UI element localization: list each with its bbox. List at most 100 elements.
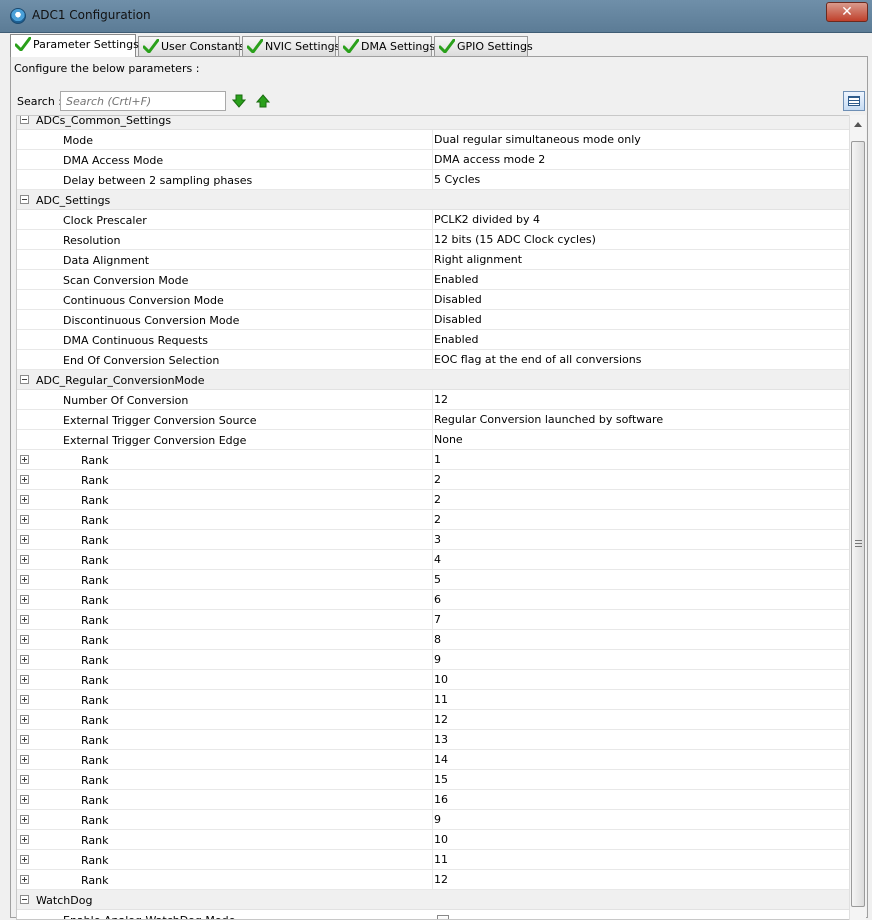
rank-row[interactable]: Rank 9 xyxy=(17,650,849,670)
rank-row[interactable]: Rank 4 xyxy=(17,550,849,570)
parameter-value[interactable]: 10 xyxy=(432,830,849,849)
expand-toggle-icon[interactable] xyxy=(20,735,29,744)
tab-parameter-settings[interactable]: Parameter Settings xyxy=(10,34,139,57)
expand-toggle-icon[interactable] xyxy=(20,815,29,824)
parameter-value[interactable]: Disabled xyxy=(432,310,849,329)
parameter-row[interactable]: Discontinuous Conversion Mode Disabled xyxy=(17,310,849,330)
parameter-value[interactable]: Disabled xyxy=(432,290,849,309)
expand-toggle-icon[interactable] xyxy=(20,635,29,644)
rank-row[interactable]: Rank 6 xyxy=(17,590,849,610)
parameter-value[interactable]: Enabled xyxy=(432,330,849,349)
expand-toggle-icon[interactable] xyxy=(20,715,29,724)
rank-row[interactable]: Rank 5 xyxy=(17,570,849,590)
enable-checkbox[interactable] xyxy=(437,915,449,919)
group-row[interactable]: ADC_Regular_ConversionMode xyxy=(17,370,849,390)
parameter-value[interactable]: 13 xyxy=(432,730,849,749)
rank-row[interactable]: Rank 10 xyxy=(17,830,849,850)
rank-row[interactable]: Rank 1 xyxy=(17,450,849,470)
parameter-value[interactable]: DMA access mode 2 xyxy=(432,150,849,169)
rank-row[interactable]: Rank 3 xyxy=(17,530,849,550)
parameter-value[interactable]: 11 xyxy=(432,690,849,709)
expand-toggle-icon[interactable] xyxy=(20,795,29,804)
expand-toggle-icon[interactable] xyxy=(20,615,29,624)
rank-row[interactable]: Rank 11 xyxy=(17,690,849,710)
parameter-value[interactable]: None xyxy=(432,430,849,449)
parameter-value[interactable]: 5 xyxy=(432,570,849,589)
parameter-value[interactable]: 12 xyxy=(432,710,849,729)
tab-nvic-settings[interactable]: NVIC Settings xyxy=(242,36,340,56)
rank-row[interactable]: Rank 11 xyxy=(17,850,849,870)
rank-row[interactable]: Rank 10 xyxy=(17,670,849,690)
parameter-row[interactable]: Continuous Conversion Mode Disabled xyxy=(17,290,849,310)
collapse-toggle-icon[interactable] xyxy=(20,195,29,204)
expand-toggle-icon[interactable] xyxy=(20,755,29,764)
collapse-toggle-icon[interactable] xyxy=(20,116,29,124)
parameter-value[interactable]: 2 xyxy=(432,490,849,509)
parameter-value[interactable]: 9 xyxy=(432,810,849,829)
parameter-value[interactable]: 9 xyxy=(432,650,849,669)
expand-toggle-icon[interactable] xyxy=(20,595,29,604)
parameter-value[interactable]: 5 Cycles xyxy=(432,170,849,189)
expand-toggle-icon[interactable] xyxy=(20,475,29,484)
parameter-value[interactable]: Right alignment xyxy=(432,250,849,269)
parameter-value[interactable]: 11 xyxy=(432,850,849,869)
expand-toggle-icon[interactable] xyxy=(20,775,29,784)
parameter-value[interactable]: 4 xyxy=(432,550,849,569)
parameter-row[interactable]: Number Of Conversion 12 xyxy=(17,390,849,410)
expand-toggle-icon[interactable] xyxy=(20,855,29,864)
group-row[interactable]: ADC_Settings xyxy=(17,190,849,210)
parameter-row[interactable]: Mode Dual regular simultaneous mode only xyxy=(17,130,849,150)
parameter-value[interactable]: PCLK2 divided by 4 xyxy=(432,210,849,229)
group-row[interactable]: WatchDog xyxy=(17,890,849,910)
parameter-value[interactable]: 12 bits (15 ADC Clock cycles) xyxy=(432,230,849,249)
parameter-value[interactable]: 2 xyxy=(432,510,849,529)
rank-row[interactable]: Rank 12 xyxy=(17,710,849,730)
rank-row[interactable]: Rank 15 xyxy=(17,770,849,790)
expand-toggle-icon[interactable] xyxy=(20,455,29,464)
expand-toggle-icon[interactable] xyxy=(20,835,29,844)
rank-row[interactable]: Rank 12 xyxy=(17,870,849,890)
parameter-row[interactable]: Delay between 2 sampling phases 5 Cycles xyxy=(17,170,849,190)
parameter-value[interactable]: 8 xyxy=(432,630,849,649)
parameter-value[interactable]: Dual regular simultaneous mode only xyxy=(432,130,849,149)
parameter-value[interactable]: 12 xyxy=(432,870,849,889)
rank-row[interactable]: Rank 7 xyxy=(17,610,849,630)
expand-toggle-icon[interactable] xyxy=(20,575,29,584)
search-next-arrow-icon[interactable] xyxy=(232,94,246,108)
collapse-toggle-icon[interactable] xyxy=(20,375,29,384)
search-previous-arrow-icon[interactable] xyxy=(256,94,270,108)
rank-row[interactable]: Rank 8 xyxy=(17,630,849,650)
expand-toggle-icon[interactable] xyxy=(20,675,29,684)
parameter-row[interactable]: External Trigger Conversion Source Regula… xyxy=(17,410,849,430)
expand-toggle-icon[interactable] xyxy=(20,655,29,664)
parameter-value[interactable]: 10 xyxy=(432,670,849,689)
close-button[interactable]: ✕ xyxy=(826,2,868,22)
parameter-value[interactable]: 6 xyxy=(432,590,849,609)
tab-dma-settings[interactable]: DMA Settings xyxy=(338,36,435,56)
parameter-value[interactable]: 14 xyxy=(432,750,849,769)
rank-row[interactable]: Rank 13 xyxy=(17,730,849,750)
expand-toggle-icon[interactable] xyxy=(20,535,29,544)
parameter-row[interactable]: End Of Conversion Selection EOC flag at t… xyxy=(17,350,849,370)
parameter-value[interactable]: 3 xyxy=(432,530,849,549)
collapse-toggle-icon[interactable] xyxy=(20,895,29,904)
rank-row[interactable]: Rank 9 xyxy=(17,810,849,830)
parameter-row[interactable]: DMA Access Mode DMA access mode 2 xyxy=(17,150,849,170)
rank-row[interactable]: Rank 2 xyxy=(17,470,849,490)
parameter-row[interactable]: Scan Conversion Mode Enabled xyxy=(17,270,849,290)
parameter-value[interactable]: Regular Conversion launched by software xyxy=(432,410,849,429)
parameter-value[interactable]: 12 xyxy=(432,390,849,409)
expand-toggle-icon[interactable] xyxy=(20,695,29,704)
parameter-value[interactable]: 16 xyxy=(432,790,849,809)
parameter-value[interactable]: 1 xyxy=(432,450,849,469)
tab-gpio-settings[interactable]: GPIO Settings xyxy=(434,36,533,56)
scroll-up-arrow-icon[interactable] xyxy=(850,115,866,135)
parameter-value[interactable]: Enabled xyxy=(432,270,849,289)
parameter-row[interactable]: Enable Analog WatchDog Mode xyxy=(17,910,849,919)
expand-toggle-icon[interactable] xyxy=(20,875,29,884)
rank-row[interactable]: Rank 2 xyxy=(17,510,849,530)
parameter-value[interactable]: 7 xyxy=(432,610,849,629)
parameter-row[interactable]: Data Alignment Right alignment xyxy=(17,250,849,270)
rank-row[interactable]: Rank 16 xyxy=(17,790,849,810)
expand-toggle-icon[interactable] xyxy=(20,515,29,524)
